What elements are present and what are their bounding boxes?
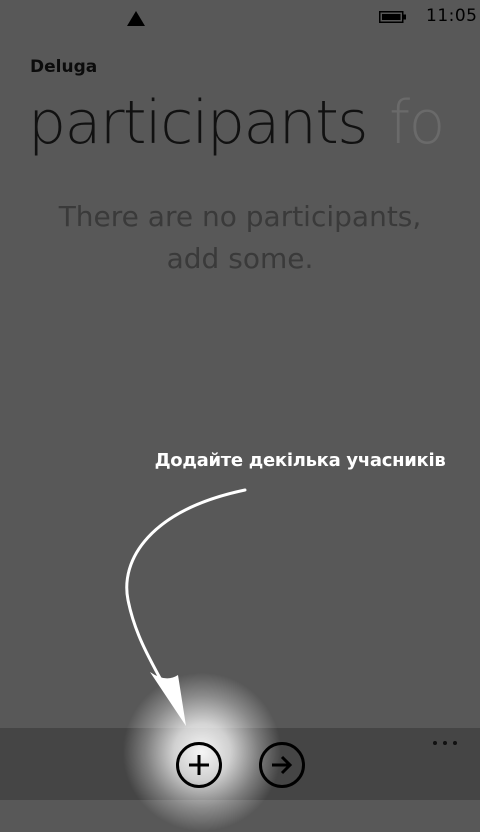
pivot-item-participants[interactable]: participants — [28, 88, 369, 158]
add-participant-button[interactable] — [176, 742, 222, 788]
empty-state-line-1: There are no participants, — [58, 200, 422, 233]
next-button[interactable] — [259, 742, 305, 788]
app-bar — [0, 728, 480, 800]
empty-state-line-2: add some. — [166, 242, 314, 275]
status-bar: 11:05 — [0, 0, 480, 32]
arrow-right-icon — [272, 755, 293, 775]
battery-icon — [379, 11, 406, 23]
pivot-header: participants fo — [28, 88, 445, 158]
signal-triangle-icon — [127, 11, 145, 26]
pivot-item-next[interactable]: fo — [389, 88, 445, 158]
empty-state-message: There are no participants, add some. — [0, 196, 480, 280]
plus-icon — [189, 755, 209, 775]
status-clock: 11:05 — [426, 6, 478, 26]
hint-text: Додайте декілька учасників — [154, 450, 446, 471]
app-title: Deluga — [30, 57, 98, 77]
more-options-button[interactable] — [425, 730, 465, 754]
